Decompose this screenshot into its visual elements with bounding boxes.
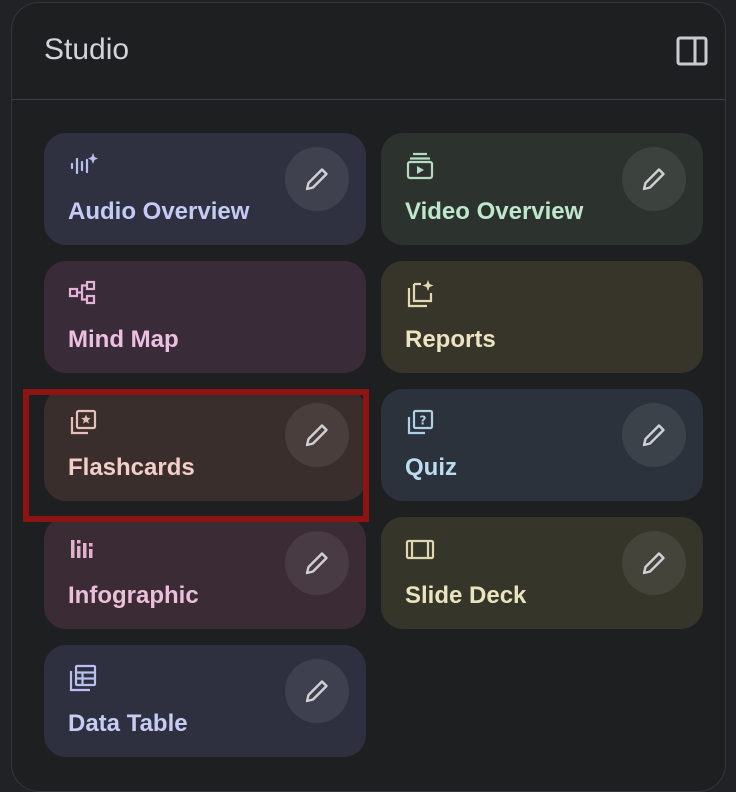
panel-title: Studio xyxy=(44,33,130,66)
pencil-icon xyxy=(642,168,665,191)
side-panel-icon xyxy=(676,36,708,66)
card-label: Video Overview xyxy=(405,198,584,225)
card-label: Quiz xyxy=(405,454,457,481)
card-quiz[interactable]: ? Quiz xyxy=(381,389,703,501)
card-audio-overview[interactable]: Audio Overview xyxy=(44,133,366,245)
svg-text:?: ? xyxy=(420,414,427,428)
video-stack-icon xyxy=(406,152,434,180)
pencil-icon xyxy=(305,168,328,191)
collapse-panel-button[interactable] xyxy=(675,34,709,68)
card-label: Infographic xyxy=(68,582,199,609)
edit-button[interactable] xyxy=(285,403,349,467)
card-video-overview[interactable]: Video Overview xyxy=(381,133,703,245)
flashcards-icon xyxy=(70,409,97,435)
edit-button[interactable] xyxy=(285,659,349,723)
edit-button[interactable] xyxy=(622,531,686,595)
edit-button[interactable] xyxy=(285,147,349,211)
pencil-icon xyxy=(305,424,328,447)
card-mind-map[interactable]: Mind Map xyxy=(44,261,366,373)
card-label: Slide Deck xyxy=(405,582,527,609)
card-slide-deck[interactable]: Slide Deck xyxy=(381,517,703,629)
studio-panel: Studio Audio Overview Video Overview Min… xyxy=(11,2,726,792)
quiz-question-icon: ? xyxy=(407,409,434,435)
pencil-icon xyxy=(305,552,328,575)
panel-header: Studio xyxy=(12,3,725,100)
card-label: Mind Map xyxy=(68,326,179,353)
card-label: Flashcards xyxy=(68,454,195,481)
report-sparkle-icon xyxy=(407,280,434,308)
pencil-icon xyxy=(642,552,665,575)
card-infographic[interactable]: Infographic xyxy=(44,517,366,629)
audio-waveform-sparkle-icon xyxy=(70,153,98,175)
pencil-icon xyxy=(642,424,665,447)
edit-button[interactable] xyxy=(622,403,686,467)
edit-button[interactable] xyxy=(622,147,686,211)
card-flashcards[interactable]: Flashcards xyxy=(44,389,366,501)
slide-deck-icon xyxy=(405,539,435,560)
card-reports[interactable]: Reports xyxy=(381,261,703,373)
mind-map-icon xyxy=(68,280,96,305)
card-label: Data Table xyxy=(68,710,188,737)
card-label: Reports xyxy=(405,326,496,353)
infographic-bars-icon xyxy=(71,540,93,558)
edit-button[interactable] xyxy=(285,531,349,595)
pencil-icon xyxy=(305,680,328,703)
data-table-icon xyxy=(69,664,97,692)
card-data-table[interactable]: Data Table xyxy=(44,645,366,757)
card-label: Audio Overview xyxy=(68,198,250,225)
